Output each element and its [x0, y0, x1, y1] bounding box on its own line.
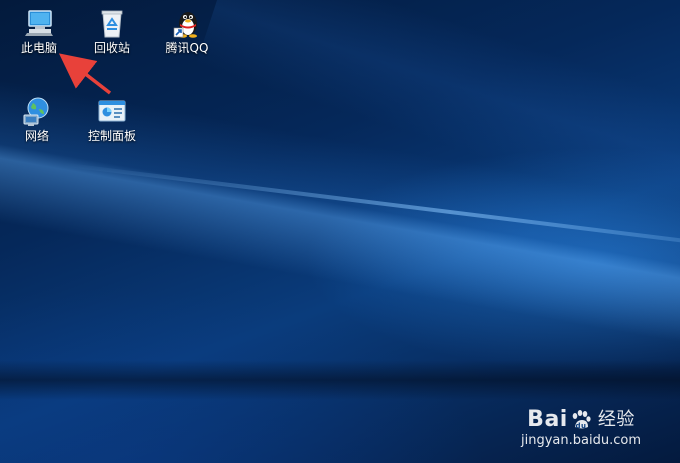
watermark-url: jingyan.baidu.com [521, 433, 641, 448]
desktop-icon-tencent-qq[interactable]: 腾讯QQ [150, 7, 224, 56]
desktop-icon-label: 腾讯QQ [165, 41, 209, 55]
network-globe-icon [23, 97, 49, 126]
baidu-jingyan-watermark: Bai du 经验 jingyan.baidu.com [516, 408, 646, 449]
recycle-bin-icon [101, 10, 123, 38]
qq-penguin-icon [173, 12, 197, 38]
svg-text:du: du [575, 422, 586, 430]
desktop[interactable]: 此电脑 回收站 腾讯QQ 网络 控制面板 Bai du 经验 jingyan.b… [0, 0, 680, 463]
desktop-icon-recycle-bin[interactable]: 回收站 [75, 7, 149, 56]
computer-icon [25, 10, 53, 36]
desktop-icon-control-panel[interactable]: 控制面板 [75, 95, 149, 144]
desktop-icon-this-pc[interactable]: 此电脑 [2, 7, 76, 56]
desktop-icon-label: 控制面板 [87, 129, 136, 143]
desktop-icon-label: 网络 [24, 129, 49, 143]
control-panel-icon [98, 100, 126, 122]
light-streak [62, 162, 680, 262]
desktop-icon-label: 回收站 [93, 41, 130, 55]
light-beam [196, 0, 680, 250]
desktop-icon-network[interactable]: 网络 [0, 95, 74, 144]
baidu-paw-icon: du [572, 410, 591, 430]
desktop-icon-label: 此电脑 [20, 41, 57, 55]
annotation-arrow [58, 53, 112, 95]
watermark-brand-right: 经验 [597, 409, 635, 430]
watermark-brand-left: Bai [527, 407, 568, 432]
shadow-band [0, 360, 680, 400]
